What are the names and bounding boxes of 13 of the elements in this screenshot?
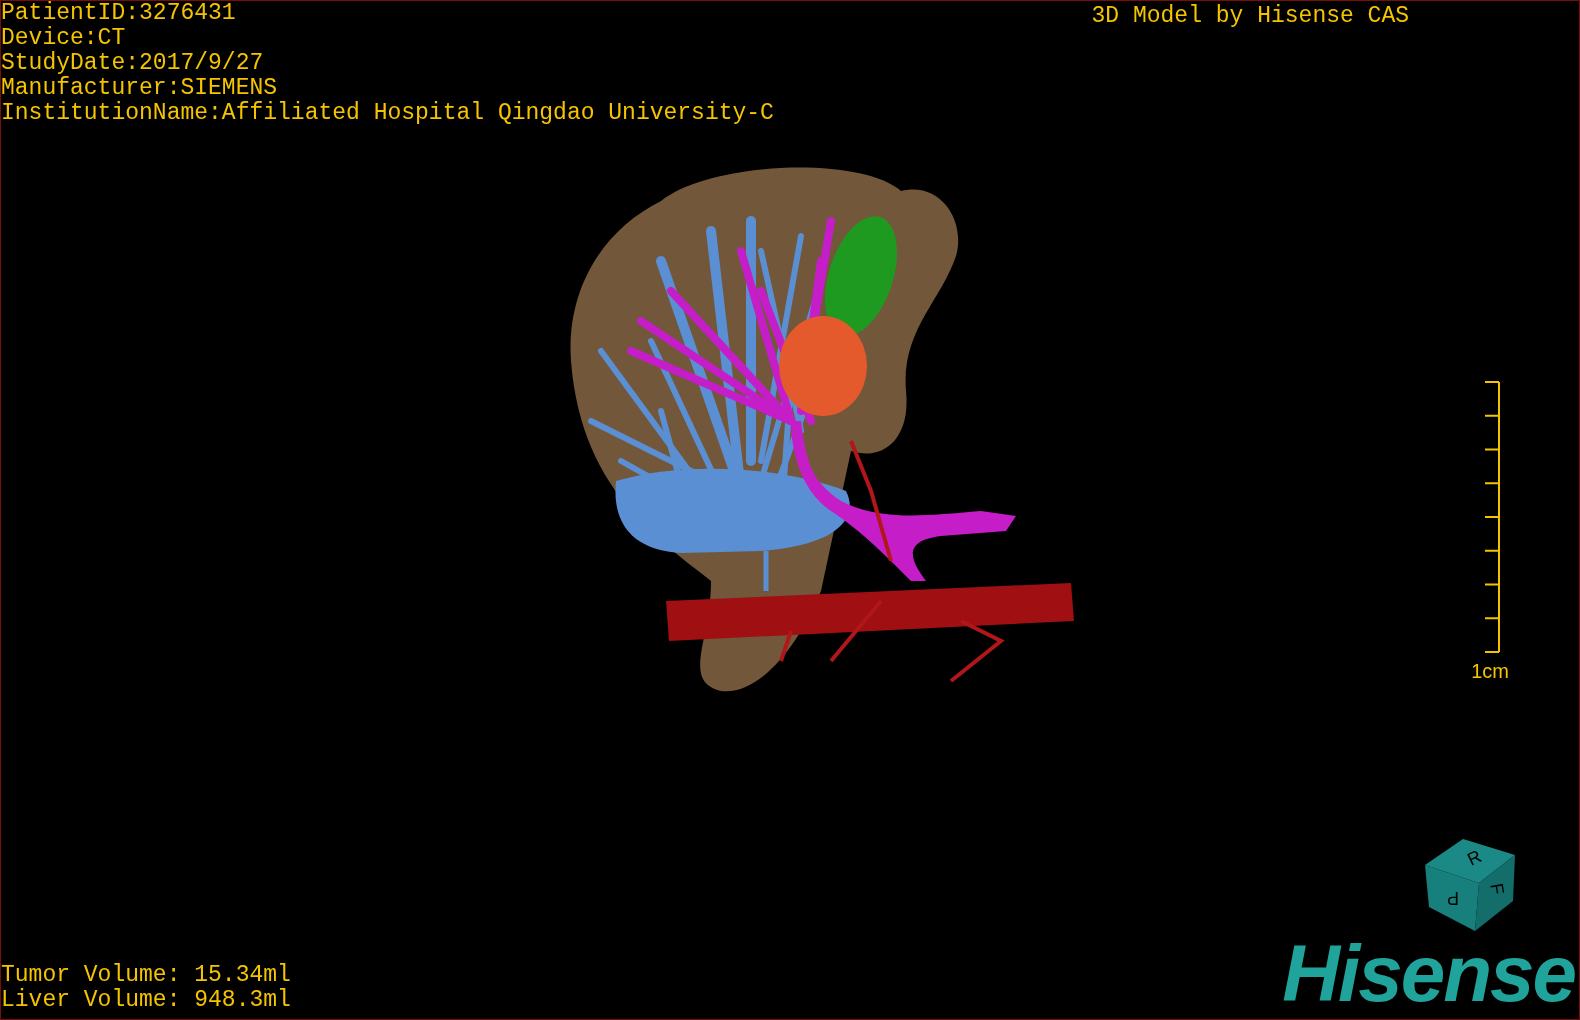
volume-reading: Tumor Volume: 15.34ml <box>1 963 291 988</box>
brand-logo: Hisense <box>1282 935 1575 1013</box>
cube-face-label: P <box>1447 888 1459 909</box>
cube-face-label: R <box>1464 846 1485 870</box>
study-info-line: Device:CT <box>1 26 127 51</box>
study-info-line: InstitutionName:Affiliated Hospital Qingdao University-C <box>1 101 774 126</box>
study-info-line: StudyDate:2017/9/27 <box>1 51 265 76</box>
viewer-title: 3D Model by Hisense CAS <box>1091 2 1409 31</box>
study-info-line: Manufacturer:SIEMENS <box>1 76 279 101</box>
study-info-line: PatientID:3276431 <box>1 1 237 26</box>
scale-label: 1cm <box>1471 659 1509 683</box>
cube-face-label: F <box>1486 881 1509 896</box>
volume-reading: Liver Volume: 948.3ml <box>1 988 291 1013</box>
